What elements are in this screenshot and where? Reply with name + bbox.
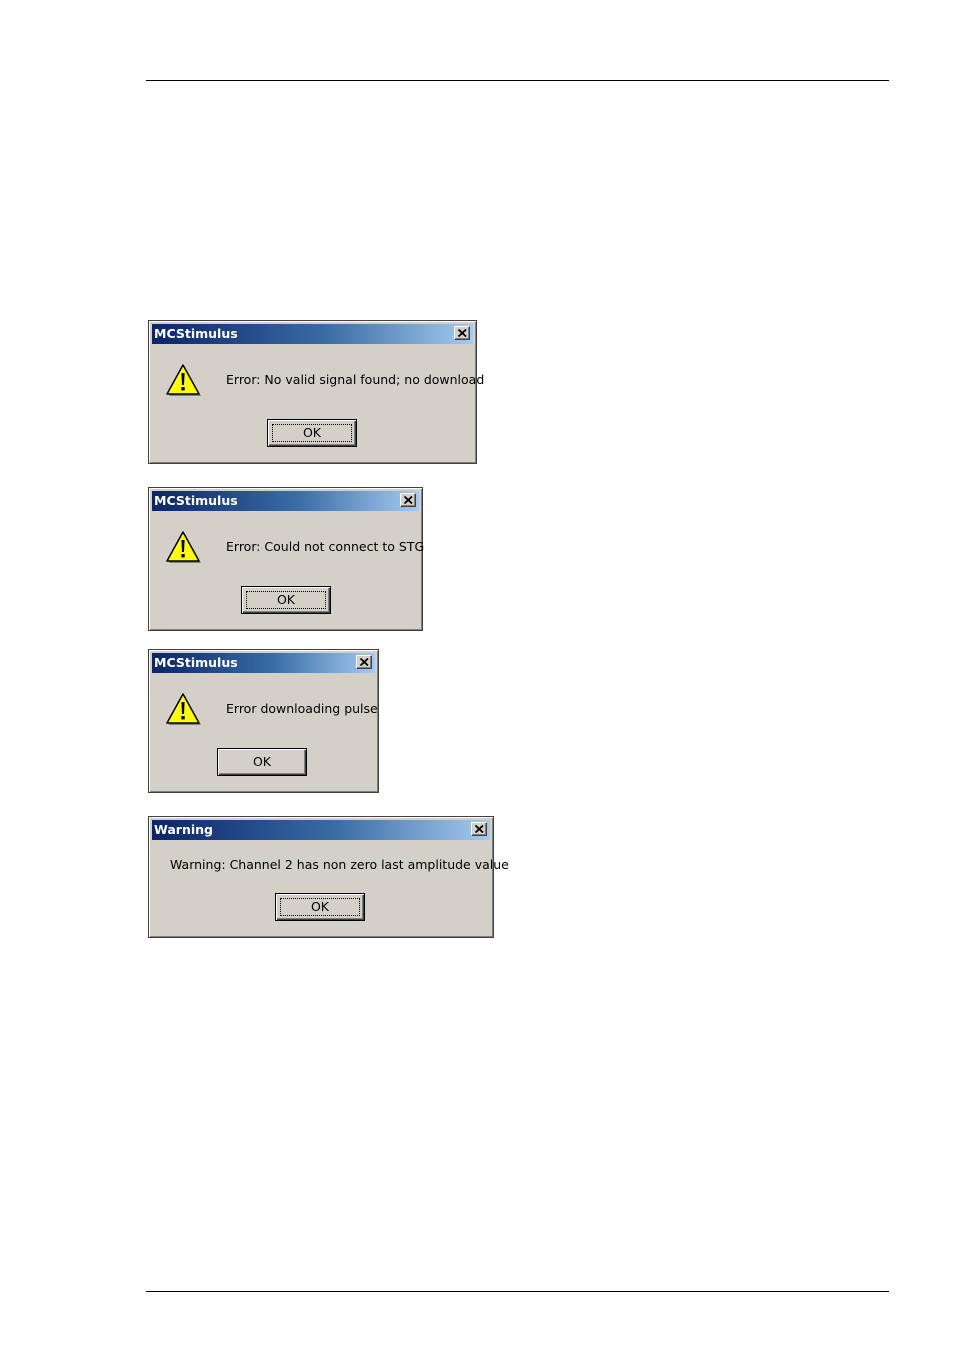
dialog-title: MCStimulus — [154, 326, 238, 341]
dialog-title: MCStimulus — [154, 493, 238, 508]
warning-icon — [166, 693, 201, 725]
ok-button-label: OK — [252, 754, 272, 769]
ok-button[interactable]: OK — [217, 748, 307, 776]
ok-button-label: OK — [276, 592, 296, 607]
error-dialog-no-valid-signal: MCStimulus Error: No valid signal found;… — [148, 320, 484, 464]
dialog-message: Error downloading pulse — [226, 701, 378, 716]
close-icon — [404, 496, 413, 504]
ok-button-label: OK — [302, 425, 322, 440]
header-rule — [146, 80, 889, 81]
warning-icon — [166, 364, 201, 396]
dialog-message: Error: No valid signal found; no downloa… — [226, 372, 485, 387]
ok-button[interactable]: OK — [267, 419, 357, 447]
close-button[interactable] — [400, 493, 416, 507]
error-dialog-could-not-connect: MCStimulus Error: Could not connect to S… — [148, 487, 425, 631]
close-icon — [475, 825, 484, 833]
ok-button-label: OK — [310, 899, 330, 914]
close-button[interactable] — [356, 655, 372, 669]
ok-button[interactable]: OK — [241, 586, 331, 614]
title-bar[interactable]: MCStimulus — [152, 324, 473, 344]
title-bar[interactable]: MCStimulus — [152, 653, 375, 673]
dialog-title: Warning — [154, 822, 213, 837]
close-icon — [360, 658, 369, 666]
error-dialog-downloading-pulse: MCStimulus Error downloading pulse OK — [148, 649, 379, 793]
close-icon — [458, 329, 467, 337]
title-bar[interactable]: Warning — [152, 820, 490, 840]
close-button[interactable] — [454, 326, 470, 340]
warning-icon — [166, 531, 201, 563]
close-button[interactable] — [471, 822, 487, 836]
ok-button[interactable]: OK — [275, 893, 365, 921]
footer-rule — [146, 1291, 889, 1292]
warning-dialog-channel-amplitude: Warning Warning: Channel 2 has non zero … — [148, 816, 509, 938]
dialog-message: Warning: Channel 2 has non zero last amp… — [170, 857, 509, 872]
dialog-title: MCStimulus — [154, 655, 238, 670]
dialog-message: Error: Could not connect to STG — [226, 539, 425, 554]
title-bar[interactable]: MCStimulus — [152, 491, 419, 511]
